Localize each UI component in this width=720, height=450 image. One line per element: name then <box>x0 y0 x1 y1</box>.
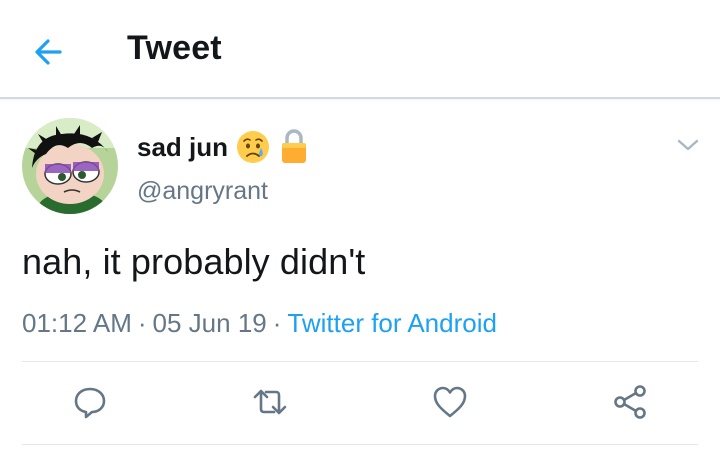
reply-button[interactable] <box>70 382 110 422</box>
tweet-source-link[interactable]: Twitter for Android <box>287 308 497 338</box>
retweet-button[interactable] <box>250 382 290 422</box>
back-button[interactable] <box>30 32 70 72</box>
page-title: Tweet <box>127 29 222 67</box>
share-icon <box>614 385 646 419</box>
user-handle[interactable]: @angryrant <box>137 177 268 206</box>
tweet-detail-screen: Tweet sad jun @angryrant nah, it probabl… <box>0 0 720 450</box>
retweet-icon <box>253 389 287 415</box>
avatar-image <box>22 118 118 214</box>
arrow-left-icon <box>35 39 62 65</box>
divider <box>22 361 698 362</box>
chevron-down-icon <box>677 139 699 151</box>
like-icon <box>433 386 467 418</box>
meta-separator: · <box>272 308 282 338</box>
meta-separator: · <box>137 308 147 338</box>
tweet-text: nah, it probably didn't <box>22 241 366 282</box>
tweet-meta: 01:12 AM · 05 Jun 19 · Twitter for Android <box>22 308 497 339</box>
like-button[interactable] <box>430 382 470 422</box>
tweet-date: 05 Jun 19 <box>152 308 267 338</box>
share-button[interactable] <box>610 382 650 422</box>
avatar[interactable] <box>22 118 118 214</box>
reply-icon <box>74 387 106 419</box>
top-app-bar: Tweet <box>0 0 720 99</box>
tweet-actions-bar <box>0 378 720 428</box>
sad-relieved-face-emoji-icon <box>236 130 270 164</box>
lock-icon <box>281 128 307 164</box>
display-name[interactable]: sad jun <box>137 132 228 163</box>
divider <box>22 444 698 445</box>
tweet-menu-button[interactable] <box>674 134 702 156</box>
tweet-time: 01:12 AM <box>22 308 132 338</box>
